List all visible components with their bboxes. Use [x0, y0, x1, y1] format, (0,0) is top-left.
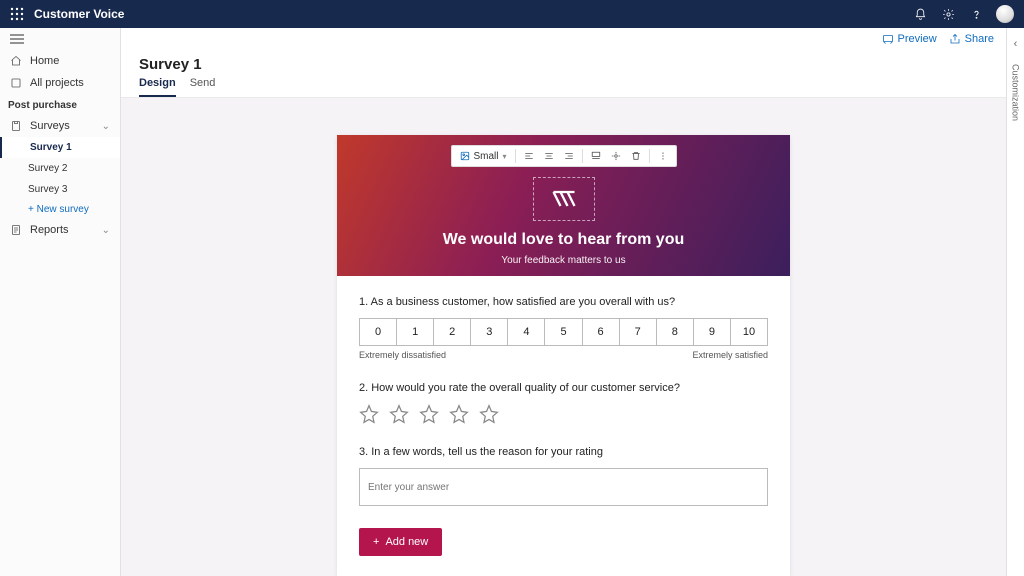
nav-home-label: Home [30, 55, 59, 67]
add-new-button[interactable]: + Add new [359, 528, 442, 556]
size-select[interactable]: Small ▾ [455, 151, 510, 162]
nps-5[interactable]: 5 [544, 318, 582, 346]
nps-labels: Extremely dissatisfied Extremely satisfi… [359, 350, 768, 360]
question-1[interactable]: 1. As a business customer, how satisfied… [359, 296, 768, 360]
nps-1[interactable]: 1 [396, 318, 434, 346]
new-survey-link[interactable]: + New survey [0, 200, 120, 219]
page-header: Survey 1 Design Send [121, 50, 1006, 98]
app-launcher-icon[interactable] [10, 7, 24, 21]
chevron-down-icon: ⌄ [102, 225, 110, 236]
nps-0[interactable]: 0 [359, 318, 397, 346]
surveys-icon [10, 120, 22, 132]
tab-send[interactable]: Send [190, 77, 216, 97]
nps-high-label: Extremely satisfied [692, 350, 768, 360]
star-4[interactable] [449, 404, 469, 424]
nps-7[interactable]: 7 [619, 318, 657, 346]
reports-icon [10, 224, 22, 236]
projects-icon [10, 77, 22, 89]
preview-icon [882, 33, 894, 45]
nav-all-projects[interactable]: All projects [0, 72, 120, 94]
global-header: Customer Voice [0, 0, 1024, 28]
text-position-icon[interactable] [587, 147, 605, 165]
align-center-icon[interactable] [540, 147, 558, 165]
align-right-icon[interactable] [560, 147, 578, 165]
preview-button[interactable]: Preview [882, 33, 937, 45]
hamburger-icon[interactable] [0, 28, 120, 50]
tabs: Design Send [139, 77, 988, 97]
chevron-down-icon: ▾ [503, 152, 507, 161]
app-logo-icon [550, 185, 578, 213]
nav-surveys-label: Surveys [30, 120, 70, 132]
question-2[interactable]: 2. How would you rate the overall qualit… [359, 382, 768, 424]
nps-3[interactable]: 3 [470, 318, 508, 346]
nps-8[interactable]: 8 [656, 318, 694, 346]
tab-design[interactable]: Design [139, 77, 176, 97]
nav-home[interactable]: Home [0, 50, 120, 72]
chevron-left-icon[interactable]: ‹ [1014, 38, 1018, 50]
star-rating [359, 404, 768, 424]
survey-card: Small ▾ [337, 135, 790, 576]
question-3[interactable]: 3. In a few words, tell us the reason fo… [359, 446, 768, 506]
app-name: Customer Voice [34, 7, 124, 21]
customization-label[interactable]: Customization [1011, 64, 1021, 121]
nps-scale: 0 1 2 3 4 5 6 7 8 9 10 [359, 318, 768, 346]
chevron-down-icon: ⌄ [102, 121, 110, 132]
share-button[interactable]: Share [949, 33, 994, 45]
banner-subtitle[interactable]: Your feedback matters to us [337, 255, 790, 266]
section-label: Post purchase [0, 94, 120, 115]
nps-low-label: Extremely dissatisfied [359, 350, 446, 360]
logo-placeholder[interactable] [533, 177, 595, 221]
nav-survey-3[interactable]: Survey 3 [0, 179, 120, 200]
help-icon[interactable] [962, 0, 990, 28]
nav-survey-1[interactable]: Survey 1 [0, 137, 120, 158]
star-2[interactable] [389, 404, 409, 424]
nav-all-projects-label: All projects [30, 77, 84, 89]
page-title: Survey 1 [139, 56, 988, 73]
nps-9[interactable]: 9 [693, 318, 731, 346]
nps-10[interactable]: 10 [730, 318, 768, 346]
question-2-text: 2. How would you rate the overall qualit… [359, 382, 768, 394]
command-bar: Preview Share [121, 28, 1006, 50]
nav-survey-2[interactable]: Survey 2 [0, 158, 120, 179]
main-content: Preview Share Survey 1 Design Send S [121, 28, 1006, 576]
image-icon [459, 151, 469, 161]
share-icon [949, 33, 961, 45]
nps-4[interactable]: 4 [507, 318, 545, 346]
nps-2[interactable]: 2 [433, 318, 471, 346]
canvas: Small ▾ [121, 98, 1006, 576]
notifications-icon[interactable] [906, 0, 934, 28]
plus-icon: + [373, 536, 379, 548]
image-toolbar: Small ▾ [450, 145, 676, 167]
question-3-text: 3. In a few words, tell us the reason fo… [359, 446, 768, 458]
question-1-text: 1. As a business customer, how satisfied… [359, 296, 768, 308]
star-3[interactable] [419, 404, 439, 424]
banner-title[interactable]: We would love to hear from you [337, 231, 790, 249]
answer-input[interactable] [359, 468, 768, 506]
settings-icon[interactable] [934, 0, 962, 28]
sidebar: Home All projects Post purchase Surveys … [0, 28, 121, 576]
nav-reports-label: Reports [30, 224, 69, 236]
customization-rail: ‹ Customization [1006, 28, 1024, 576]
delete-icon[interactable] [627, 147, 645, 165]
banner: Small ▾ [337, 135, 790, 276]
home-icon [10, 55, 22, 67]
nav-surveys[interactable]: Surveys ⌄ [0, 115, 120, 137]
user-avatar[interactable] [996, 5, 1014, 23]
nav-reports[interactable]: Reports ⌄ [0, 219, 120, 241]
more-icon[interactable] [654, 147, 672, 165]
align-left-icon[interactable] [520, 147, 538, 165]
focal-point-icon[interactable] [607, 147, 625, 165]
star-5[interactable] [479, 404, 499, 424]
questions-area: 1. As a business customer, how satisfied… [337, 276, 790, 576]
star-1[interactable] [359, 404, 379, 424]
nps-6[interactable]: 6 [582, 318, 620, 346]
